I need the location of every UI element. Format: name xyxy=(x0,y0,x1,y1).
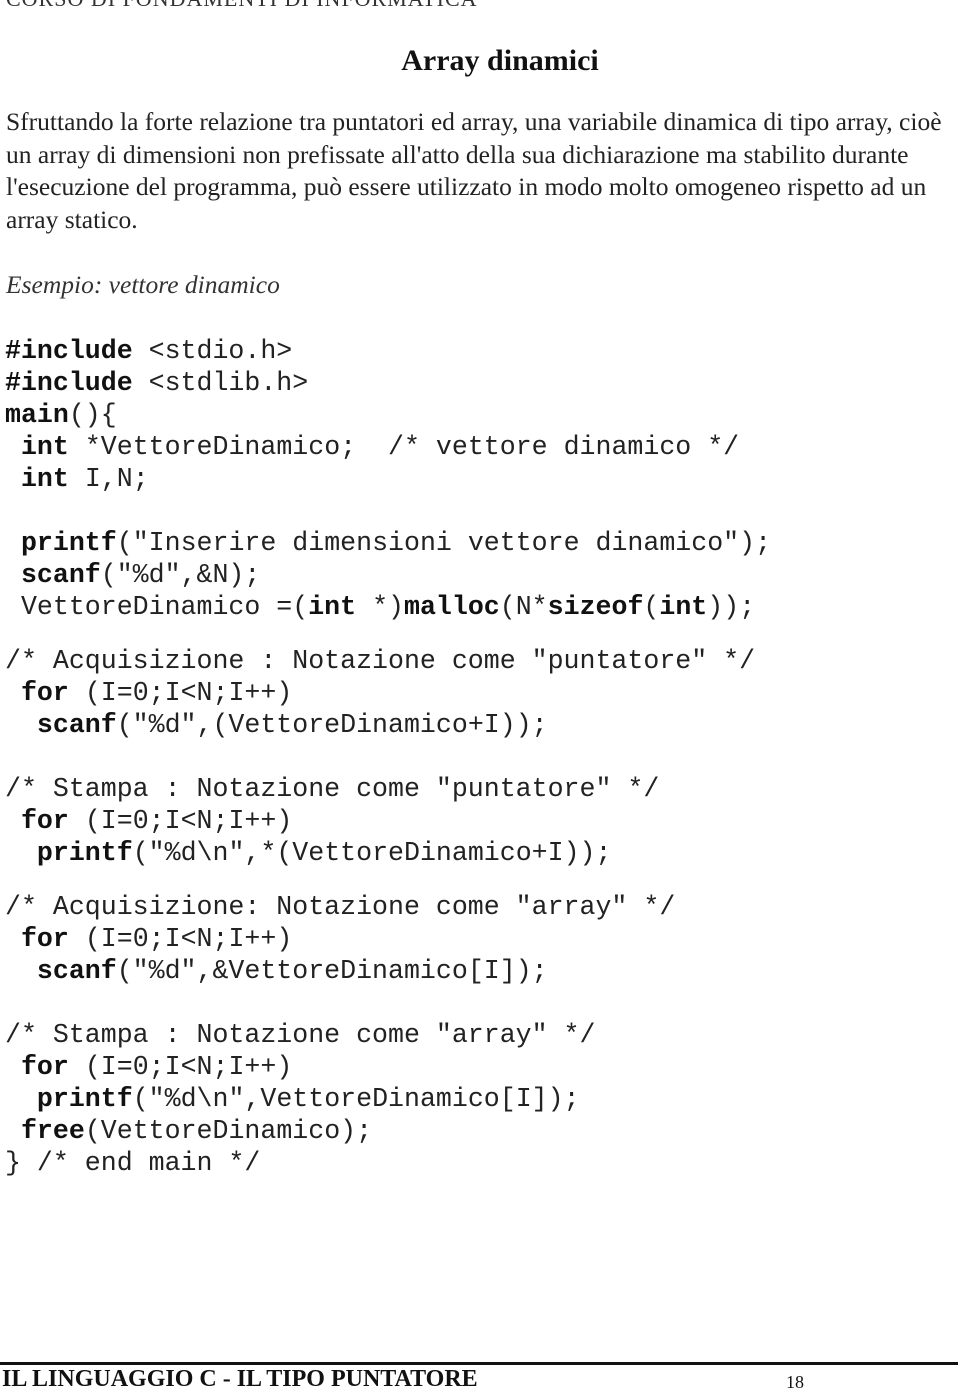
code-text: ("Inserire dimensioni vettore dinamico")… xyxy=(116,528,772,558)
code-line: VettoreDinamico =(int *)malloc(N*sizeof(… xyxy=(5,591,771,623)
code-text: VettoreDinamico =( xyxy=(5,592,309,622)
code-line: printf("Inserire dimensioni vettore dina… xyxy=(5,527,771,559)
keyword: for xyxy=(20,924,69,954)
code-comment: /* Stampa : Notazione come "array" */ xyxy=(5,1020,596,1050)
keyword: for xyxy=(20,678,69,708)
code-text: <stdlib.h> xyxy=(132,368,309,398)
code-text: ("%d",&N); xyxy=(100,560,261,590)
page-title-text: Array dinamici xyxy=(401,44,599,77)
code-text: ("%d",(VettoreDinamico+I)); xyxy=(116,710,548,740)
code-comment: /* Acquisizione : Notazione come "puntat… xyxy=(5,646,756,676)
code-line: int *VettoreDinamico; /* vettore dinamic… xyxy=(5,431,771,463)
code-text: ("%d",&VettoreDinamico[I]); xyxy=(116,956,548,986)
keyword: int xyxy=(659,592,708,622)
code-text: )); xyxy=(707,592,756,622)
code-comment: /* Stampa : Notazione come "puntatore" *… xyxy=(5,774,660,804)
example-label: Esempio: vettore dinamico xyxy=(6,270,280,299)
code-line: printf("%d\n",*(VettoreDinamico+I)); xyxy=(5,837,771,869)
code-line: for (I=0;I<N;I++) xyxy=(5,1051,771,1083)
code-text: ("%d\n",*(VettoreDinamico+I)); xyxy=(132,838,612,868)
code-text: ("%d\n",VettoreDinamico[I]); xyxy=(132,1084,580,1114)
code-text: *VettoreDinamico; /* vettore dinamico */ xyxy=(68,432,740,462)
keyword: scanf xyxy=(36,710,117,740)
code-text: (I=0;I<N;I++) xyxy=(68,1052,293,1082)
code-text: <stdio.h> xyxy=(132,336,293,366)
code-line: int I,N; xyxy=(5,463,771,495)
code-line: /* Acquisizione : Notazione come "puntat… xyxy=(5,645,771,677)
keyword: malloc xyxy=(404,592,500,622)
code-line: /* Stampa : Notazione come "puntatore" *… xyxy=(5,773,771,805)
keyword: int xyxy=(308,592,357,622)
keyword: printf xyxy=(36,838,133,868)
code-line: /* Stampa : Notazione come "array" */ xyxy=(5,1019,771,1051)
code-line: scanf("%d",&VettoreDinamico[I]); xyxy=(5,955,771,987)
code-line: scanf("%d",(VettoreDinamico+I)); xyxy=(5,709,771,741)
code-line: #include <stdlib.h> xyxy=(5,367,771,399)
code-line: scanf("%d",&N); xyxy=(5,559,771,591)
code-text: (){ xyxy=(68,400,117,430)
code-text: *) xyxy=(356,592,404,622)
intro-paragraph: Sfruttando la forte relazione tra puntat… xyxy=(6,107,942,234)
code-line: /* Acquisizione: Notazione come "array" … xyxy=(5,891,771,923)
code-text: I,N; xyxy=(68,464,149,494)
code-text: (I=0;I<N;I++) xyxy=(68,924,293,954)
keyword: int xyxy=(20,432,69,462)
code-line: main(){ xyxy=(5,399,771,431)
footer-chapter: IL LINGUAGGIO C - IL TIPO PUNTATORE xyxy=(2,1366,478,1392)
code-comment: /* Acquisizione: Notazione come "array" … xyxy=(5,892,676,922)
code-line: for (I=0;I<N;I++) xyxy=(5,805,771,837)
keyword: scanf xyxy=(36,956,117,986)
page-title: Array dinamici xyxy=(0,44,960,78)
code-line: #include <stdio.h> xyxy=(5,335,771,367)
footer-divider xyxy=(0,1362,958,1365)
code-text: (I=0;I<N;I++) xyxy=(68,806,293,836)
keyword: free xyxy=(20,1116,85,1146)
keyword: for xyxy=(20,1052,69,1082)
code-comment: } /* end main */ xyxy=(5,1148,261,1178)
code-block: #include <stdio.h> #include <stdlib.h> mai… xyxy=(5,335,771,1179)
code-line: } /* end main */ xyxy=(5,1147,771,1179)
code-line: for (I=0;I<N;I++) xyxy=(5,677,771,709)
keyword: main xyxy=(5,400,69,430)
code-line: free(VettoreDinamico); xyxy=(5,1115,771,1147)
code-text: (VettoreDinamico); xyxy=(84,1116,373,1146)
code-text: ( xyxy=(643,592,660,622)
code-text: (I=0;I<N;I++) xyxy=(68,678,293,708)
code-line: printf("%d\n",VettoreDinamico[I]); xyxy=(5,1083,771,1115)
running-header: CORSO DI FONDAMENTI DI INFORMATICA xyxy=(6,0,478,12)
keyword: int xyxy=(20,464,69,494)
keyword: sizeof xyxy=(547,592,644,622)
code-text: (N* xyxy=(499,592,548,622)
keyword: printf xyxy=(36,1084,133,1114)
keyword: printf xyxy=(20,528,117,558)
keyword: #include xyxy=(5,336,133,366)
code-line: for (I=0;I<N;I++) xyxy=(5,923,771,955)
keyword: scanf xyxy=(20,560,101,590)
keyword: #include xyxy=(5,368,133,398)
keyword: for xyxy=(20,806,69,836)
